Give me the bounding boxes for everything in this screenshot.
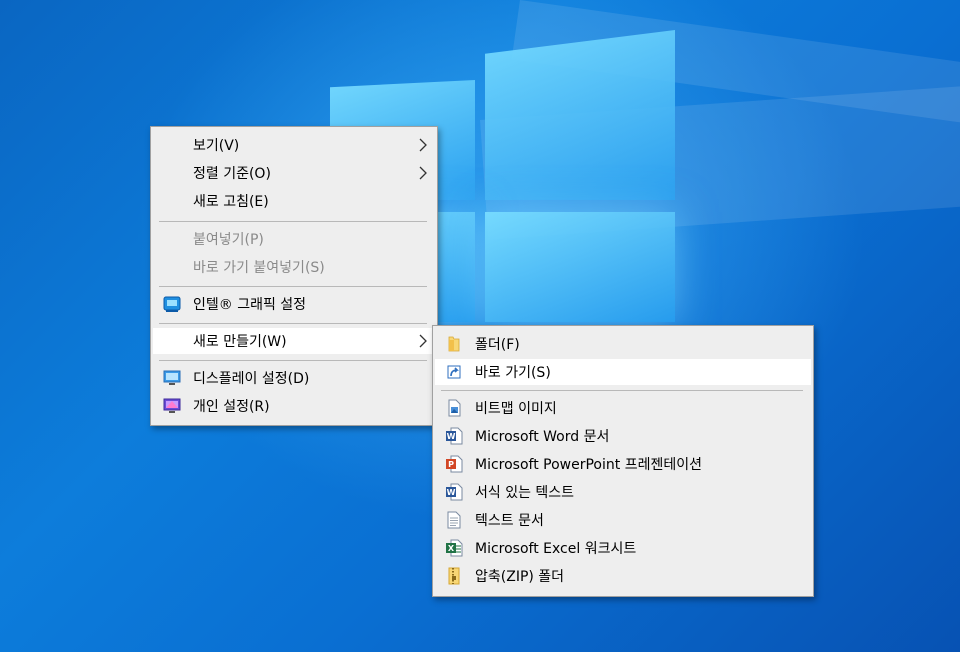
intel-graphics-icon (163, 296, 181, 312)
menu-item-label: 바로 가기 붙여넣기(S) (193, 260, 325, 276)
menu-item-intel-graphics[interactable]: 인텔® 그래픽 설정 (153, 291, 435, 317)
svg-text:W: W (447, 488, 456, 497)
submenu-item-text-document[interactable]: 텍스트 문서 (435, 507, 811, 533)
menu-item-label: 텍스트 문서 (475, 513, 544, 529)
menu-item-refresh[interactable]: 새로 고침(E) (153, 188, 435, 214)
menu-item-label: 붙여넣기(P) (193, 232, 264, 248)
menu-item-label: 정렬 기준(O) (193, 166, 271, 182)
windows-logo-pane (485, 30, 675, 200)
menu-item-label: 새로 고침(E) (193, 194, 269, 210)
folder-icon (448, 336, 460, 352)
powerpoint-icon: P (446, 455, 463, 473)
menu-item-label: 보기(V) (193, 138, 240, 154)
excel-icon: X (446, 539, 463, 557)
menu-item-label: 개인 설정(R) (193, 399, 270, 415)
menu-item-view[interactable]: 보기(V) (153, 132, 435, 158)
menu-item-label: 압축(ZIP) 폴더 (475, 569, 565, 585)
menu-item-label: Microsoft PowerPoint 프레젠테이션 (475, 457, 702, 473)
svg-text:X: X (448, 544, 455, 553)
display-icon (163, 370, 181, 385)
svg-text:P: P (448, 460, 454, 469)
menu-item-label: 비트맵 이미지 (475, 401, 557, 417)
menu-separator (159, 286, 427, 287)
new-submenu: 폴더(F) 바로 가기(S) 비트맵 이미지 W Microsoft Word … (432, 325, 814, 597)
submenu-item-word[interactable]: W Microsoft Word 문서 (435, 423, 811, 449)
menu-item-label: 바로 가기(S) (475, 365, 551, 381)
chevron-right-icon (419, 138, 427, 152)
submenu-item-powerpoint[interactable]: P Microsoft PowerPoint 프레젠테이션 (435, 451, 811, 477)
menu-separator (159, 323, 427, 324)
text-document-icon (447, 511, 461, 529)
chevron-right-icon (419, 334, 427, 348)
menu-separator (159, 221, 427, 222)
menu-item-label: 서식 있는 텍스트 (475, 485, 575, 501)
menu-item-new[interactable]: 새로 만들기(W) (153, 328, 435, 354)
rtf-icon: W (446, 483, 463, 501)
menu-item-paste: 붙여넣기(P) (153, 226, 435, 252)
svg-text:W: W (447, 432, 456, 441)
windows-logo-pane (485, 212, 675, 322)
submenu-item-zip-folder[interactable]: 압축(ZIP) 폴더 (435, 563, 811, 589)
chevron-right-icon (419, 166, 427, 180)
submenu-item-bitmap[interactable]: 비트맵 이미지 (435, 395, 811, 421)
menu-item-label: 디스플레이 설정(D) (193, 371, 310, 387)
menu-item-label: 새로 만들기(W) (193, 334, 287, 350)
zip-folder-icon (448, 567, 460, 585)
menu-item-personalize[interactable]: 개인 설정(R) (153, 393, 435, 419)
menu-separator (441, 390, 803, 391)
menu-item-label: 폴더(F) (475, 337, 520, 353)
desktop-context-menu: 보기(V) 정렬 기준(O) 새로 고침(E) 붙여넣기(P) 바로 가기 붙여… (150, 126, 438, 426)
bitmap-icon (448, 399, 461, 417)
menu-item-label: Microsoft Excel 워크시트 (475, 541, 637, 557)
menu-item-sort-by[interactable]: 정렬 기준(O) (153, 160, 435, 186)
menu-separator (159, 360, 427, 361)
menu-item-paste-shortcut: 바로 가기 붙여넣기(S) (153, 254, 435, 280)
personalize-icon (163, 398, 181, 413)
menu-item-display-settings[interactable]: 디스플레이 설정(D) (153, 365, 435, 391)
submenu-item-excel[interactable]: X Microsoft Excel 워크시트 (435, 535, 811, 561)
menu-item-label: Microsoft Word 문서 (475, 429, 610, 445)
menu-item-label: 인텔® 그래픽 설정 (193, 297, 307, 313)
submenu-item-folder[interactable]: 폴더(F) (435, 331, 811, 357)
shortcut-icon (447, 365, 461, 379)
word-icon: W (446, 427, 463, 445)
submenu-item-rtf[interactable]: W 서식 있는 텍스트 (435, 479, 811, 505)
submenu-item-shortcut[interactable]: 바로 가기(S) (435, 359, 811, 385)
